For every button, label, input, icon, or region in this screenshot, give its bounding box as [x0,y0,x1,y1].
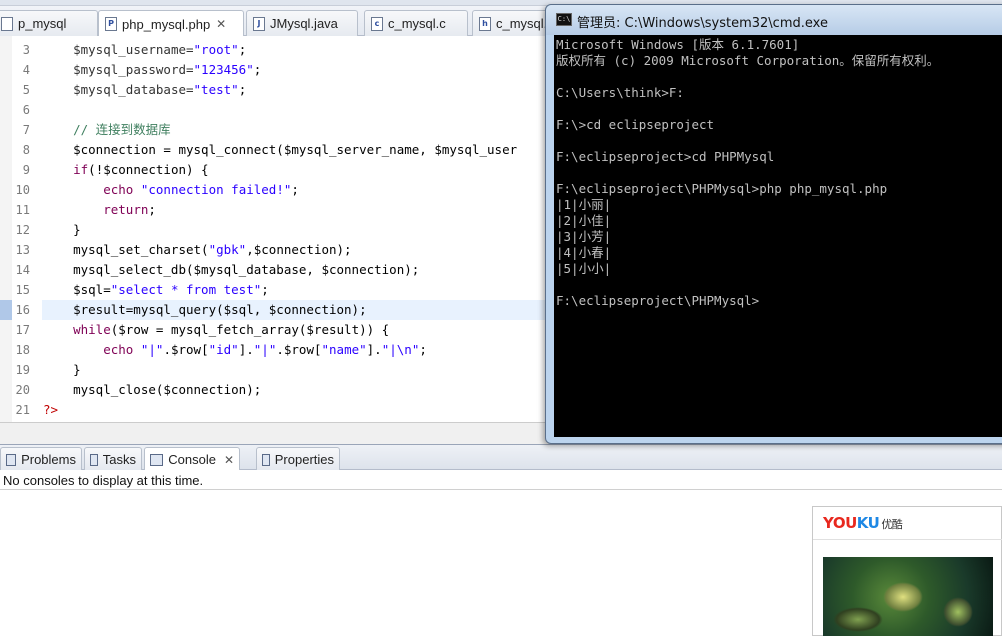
cmd-line: |4|小春| [556,245,612,260]
tab-jmysql-java[interactable]: J JMysql.java [246,10,358,36]
code-editor[interactable]: 3 $mysql_username="root"; 4 $mysql_passw… [0,36,545,422]
cmd-line: F:\>cd eclipseproject [556,117,715,132]
cmd-console-output[interactable]: Microsoft Windows [版本 6.1.7601] 版权所有 (c)… [554,35,1002,437]
code-line: 10 echo "connection failed!"; [15,182,299,197]
c-file-icon: c [371,16,383,31]
current-code-line: $result=mysql_query($sql, $connection); [42,300,545,320]
code-line: 7 // 连接到数据库 [22,122,171,137]
console-icon [150,453,164,466]
tab-c-mysql-c[interactable]: c c_mysql.c [364,10,468,36]
properties-icon [262,453,270,466]
cmd-line: F:\eclipseproject\PHPMysql>php php_mysql… [556,181,888,196]
cmd-line: |1|小丽| [556,197,612,212]
tab-tasks[interactable]: Tasks [84,447,142,471]
close-icon[interactable]: ✕ [224,453,234,467]
code-line: 8 $connection = mysql_connect($mysql_ser… [22,142,518,157]
cmd-line: |5|小小| [556,261,612,276]
tab-php-mysql[interactable]: P php_mysql.php ✕ [98,10,244,37]
code-line: 12 } [15,222,81,237]
tab-label: c_mysql.c [388,16,446,31]
code-line: 14 mysql_select_db($mysql_database, $con… [15,262,420,277]
code-line: 20 mysql_close($connection); [15,382,262,397]
cmd-line: C:\Users\think>F: [556,85,684,100]
cmd-title-bar[interactable]: C:\ 管理员: C:\Windows\system32\cmd.exe [546,5,1002,35]
code-line: 9 if(!$connection) { [22,162,209,177]
code-line: 11 return; [15,202,156,217]
tab-label: JMysql.java [270,16,338,31]
code-line: 19 } [15,362,81,377]
tab-p-mysql[interactable]: p_mysql [0,10,98,36]
cmd-line: F:\eclipseproject>cd PHPMysql [556,149,775,164]
tab-label: Console [168,452,216,467]
line-number: 16 [15,303,30,317]
tab-label: php_mysql.php [122,16,211,32]
cmd-line: 版权所有 (c) 2009 Microsoft Corporation。保留所有… [556,53,940,68]
code-line: 21 ?> [15,402,59,417]
code-line: 13 mysql_set_charset("gbk",$connection); [15,242,352,257]
tab-label: Properties [274,452,334,467]
code-line: 15 $sql="select * from test"; [15,282,269,297]
bottom-panel-tab-bar: Problems Tasks Console ✕ Properties [0,444,1002,471]
cmd-line: Microsoft Windows [版本 6.1.7601] [556,37,800,52]
code-line: 3 $mysql_username="root"; [22,42,247,57]
youku-ad-widget[interactable]: YOUKU 优酷 [812,506,1002,636]
tab-label: Problems [21,452,76,467]
cmd-line: |2|小佳| [556,213,612,228]
problems-icon [6,453,17,466]
code-line: 4 $mysql_password="123456"; [22,62,262,77]
divider [0,489,1002,490]
tab-console[interactable]: Console ✕ [144,447,240,471]
file-icon [1,16,13,31]
cmd-title: 管理员: C:\Windows\system32\cmd.exe [577,16,828,31]
php-file-icon: P [105,17,117,31]
code-line: 18 echo "|".$row["id"]."|".$row["name"].… [15,342,427,357]
console-message: No consoles to display at this time. [3,473,204,488]
tab-label: p_mysql [18,16,67,31]
tasks-icon [90,453,98,466]
close-icon[interactable]: ✕ [216,17,226,31]
code-line: 17 while($row = mysql_fetch_array($resul… [15,322,390,337]
java-file-icon: J [253,16,265,31]
youku-logo[interactable]: YOUKU 优酷 [823,514,903,532]
divider [813,539,1002,540]
editor-horizontal-scrollbar[interactable] [0,422,545,444]
code-line: 6 [22,103,30,117]
tab-problems[interactable]: Problems [0,447,82,471]
cmd-icon: C:\ [556,13,572,26]
tab-label: Tasks [102,452,136,467]
tab-properties[interactable]: Properties [256,447,340,471]
cmd-line: |3|小芳| [556,229,612,244]
cmd-line: F:\eclipseproject\PHPMysql> [556,293,760,308]
code-line: 5 $mysql_database="test"; [22,82,247,97]
cmd-window[interactable]: C:\ 管理员: C:\Windows\system32\cmd.exe Mic… [545,4,1002,444]
desktop-screen: p_mysql P php_mysql.php ✕ J JMysql.java … [0,0,1002,636]
h-file-icon: h [479,16,491,31]
video-thumbnail[interactable] [823,557,993,636]
